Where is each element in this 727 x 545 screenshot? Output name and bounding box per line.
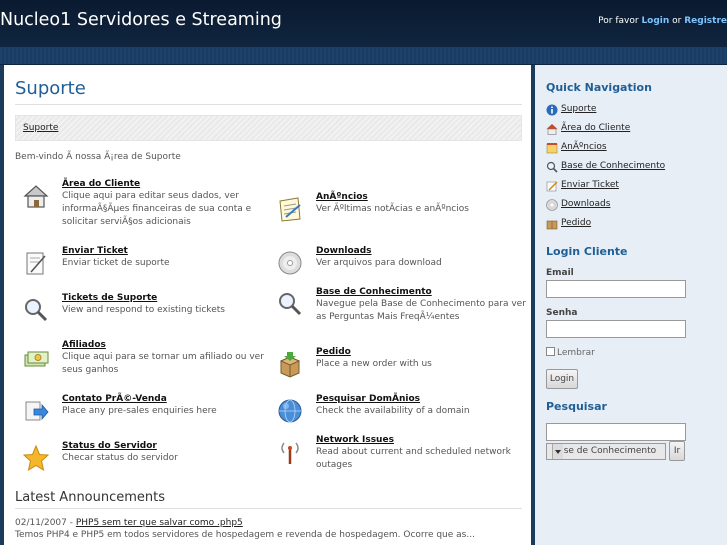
- login-prompt: Por favor: [598, 16, 642, 26]
- item-description: Clique aqui para se tornar um afiliado o…: [62, 352, 264, 375]
- house-icon: [23, 185, 49, 208]
- announcement-date: 02/11/2007 -: [15, 518, 76, 528]
- item-description: Checar status do servidor: [62, 453, 178, 463]
- globe-icon: [278, 399, 302, 423]
- item-description: Ver arquivos para download: [316, 258, 442, 268]
- announcements-heading: Latest Announcements: [15, 490, 166, 505]
- title-divider: [15, 104, 522, 105]
- search-heading: Pesquisar: [546, 400, 607, 413]
- item-label[interactable]: Base de Conhecimento: [316, 286, 526, 298]
- house-icon: [546, 124, 558, 135]
- notepad-icon: [546, 143, 558, 154]
- support-item-network-issues: Network Issues Read about current and sc…: [281, 434, 526, 472]
- select-value: Base de Conhecimento: [552, 446, 657, 456]
- quick-nav-link[interactable]: Suporte: [561, 104, 596, 114]
- item-description: Place any pre-sales enquiries here: [62, 406, 217, 416]
- announcements-divider: [15, 508, 522, 509]
- item-description: Read about current and scheduled network…: [316, 447, 511, 470]
- package-icon: [546, 220, 558, 230]
- sidebar: Quick Navigation Suporte Ãrea do Cliente…: [535, 65, 727, 545]
- login-button[interactable]: Login: [546, 369, 578, 389]
- register-link[interactable]: Registre: [684, 16, 727, 26]
- breadcrumb-link-suporte[interactable]: Suporte: [23, 123, 58, 133]
- announcement-excerpt: Temos PHP4 e PHP5 em todos servidores de…: [15, 530, 475, 540]
- support-item-order: Pedido Place a new order with us: [279, 346, 526, 378]
- item-description: Navegue pela Base de Conhecimento para v…: [316, 299, 526, 322]
- password-field[interactable]: [546, 320, 686, 338]
- item-label[interactable]: Ãrea do Cliente: [62, 178, 272, 190]
- disc-icon: [546, 199, 558, 211]
- item-label[interactable]: Afiliados: [62, 339, 272, 351]
- password-label: Senha: [546, 308, 578, 318]
- item-label[interactable]: Pesquisar DomÃ­nios: [316, 393, 526, 405]
- disc-icon: [278, 251, 302, 275]
- quick-nav-link[interactable]: Ãrea do Cliente: [561, 123, 630, 133]
- antenna-icon: [281, 442, 299, 464]
- pen-paper-icon: [546, 181, 558, 192]
- support-item-presales-contact: Contato PrÃ©-Venda Place any pre-sales e…: [25, 393, 272, 421]
- item-description: View and respond to existing tickets: [62, 305, 225, 315]
- support-item-client-area: Ãrea do Cliente Clique aqui para editar …: [23, 178, 272, 229]
- breadcrumb: Suporte: [15, 115, 522, 141]
- notepad-icon: [279, 197, 301, 222]
- quick-navigation-heading: Quick Navigation: [546, 81, 652, 94]
- main-content: Suporte Suporte Bem-vindo Ã nossa Ã¡rea …: [4, 65, 531, 545]
- quick-nav-link[interactable]: Base de Conhecimento: [561, 161, 665, 171]
- support-item-support-tickets: Tickets de Suporte View and respond to e…: [25, 292, 272, 322]
- star-icon: [22, 444, 50, 472]
- support-item-domain-search: Pesquisar DomÃ­nios Check the availabili…: [278, 393, 526, 423]
- page-title: Suporte: [15, 78, 86, 99]
- login-heading: Login Cliente: [546, 245, 628, 258]
- remember-label: Lembrar: [557, 348, 595, 358]
- magnifier-icon: [546, 161, 558, 173]
- support-item-server-status: Status do Servidor Checar status do serv…: [22, 440, 272, 472]
- money-icon: [24, 351, 49, 367]
- support-item-submit-ticket: Enviar Ticket Enviar ticket de suporte: [26, 245, 272, 275]
- support-item-announcements: AnÃºncios Ver Ãºltimas notÃ­cias e anÃºn…: [279, 191, 526, 222]
- quick-nav-link[interactable]: Downloads: [561, 199, 610, 209]
- item-label[interactable]: Network Issues: [316, 434, 526, 446]
- site-title: Nucleo1 Servidores e Streaming: [0, 10, 282, 30]
- arrow-icon: [25, 401, 49, 421]
- item-description: Check the availability of a domain: [316, 406, 470, 416]
- item-description: Clique aqui para editar seus dados, ver …: [62, 191, 252, 227]
- login-link[interactable]: Login: [641, 16, 669, 26]
- announcement-item: 02/11/2007 - PHP5 sem ter que salvar com…: [15, 518, 243, 528]
- info-icon: [546, 104, 558, 116]
- pen-paper-icon: [26, 252, 46, 275]
- search-input[interactable]: [546, 423, 686, 441]
- item-description: Enviar ticket de suporte: [62, 258, 170, 268]
- quick-nav-link[interactable]: Enviar Ticket: [561, 180, 619, 190]
- quick-nav-link[interactable]: AnÃºncios: [561, 142, 607, 152]
- welcome-text: Bem-vindo Ã nossa Ã¡rea de Suporte: [15, 152, 181, 162]
- item-label[interactable]: Enviar Ticket: [62, 245, 272, 257]
- announcement-link[interactable]: PHP5 sem ter que salvar como .php5: [76, 518, 243, 528]
- remember-checkbox[interactable]: [546, 347, 555, 356]
- magnifier-icon: [25, 299, 48, 322]
- or-text: or: [669, 16, 685, 26]
- item-label[interactable]: Contato PrÃ©-Venda: [62, 393, 272, 405]
- user-links: Por favor Login or Registre: [598, 16, 727, 26]
- search-scope-select[interactable]: Base de Conhecimento: [546, 443, 666, 460]
- item-label[interactable]: Tickets de Suporte: [62, 292, 272, 304]
- support-item-affiliates: Afiliados Clique aqui para se tornar um …: [24, 339, 272, 377]
- quick-nav-link[interactable]: Pedido: [561, 218, 591, 228]
- email-field[interactable]: [546, 280, 686, 298]
- support-item-knowledgebase: Base de Conhecimento Navegue pela Base d…: [279, 286, 526, 324]
- item-label[interactable]: Pedido: [316, 346, 526, 358]
- item-description: Ver Ãºltimas notÃ­cias e anÃºncios: [316, 204, 469, 214]
- site-header: Nucleo1 Servidores e Streaming Por favor…: [0, 0, 727, 47]
- chevron-down-icon: [552, 444, 563, 459]
- magnifier-icon: [279, 293, 302, 316]
- item-label[interactable]: AnÃºncios: [316, 191, 526, 203]
- nav-band: [0, 47, 727, 65]
- support-item-downloads: Downloads Ver arquivos para download: [278, 245, 526, 275]
- item-label[interactable]: Downloads: [316, 245, 526, 257]
- email-label: Email: [546, 268, 574, 278]
- item-description: Place a new order with us: [316, 359, 432, 369]
- package-icon: [279, 352, 301, 378]
- remember-me[interactable]: Lembrar: [546, 347, 595, 358]
- item-label[interactable]: Status do Servidor: [62, 440, 272, 452]
- search-go-button[interactable]: Ir: [669, 441, 685, 461]
